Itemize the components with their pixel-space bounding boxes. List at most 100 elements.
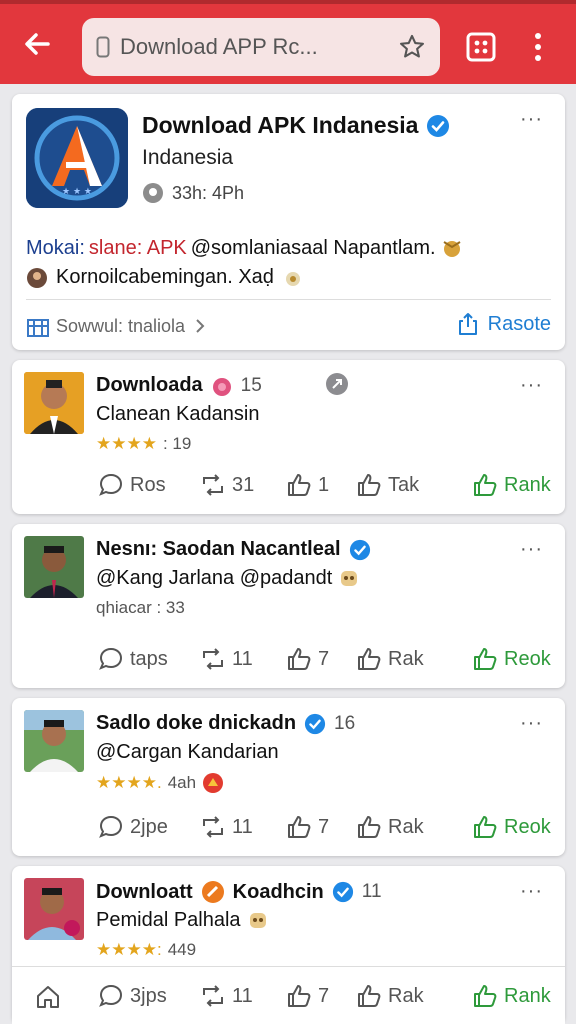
like-count: 7 xyxy=(318,647,330,670)
home-icon[interactable] xyxy=(34,983,62,1011)
tak-button[interactable]: Rak xyxy=(356,814,424,840)
pin-badge-icon[interactable] xyxy=(325,372,349,396)
repost-count: 11 xyxy=(232,647,253,670)
building-icon xyxy=(27,319,49,337)
tak-label: Rak xyxy=(388,984,424,1007)
thumbs-up-icon xyxy=(288,474,311,496)
repost-button[interactable]: 11 xyxy=(200,646,253,672)
author-name: Downloada xyxy=(96,374,203,396)
thumbs-up-green-icon xyxy=(474,816,497,838)
like-button[interactable]: 7 xyxy=(286,814,329,840)
app-logo-icon: ★ ★ ★ xyxy=(26,108,128,208)
app-card: ★ ★ ★ Download APK Indanesia Indanesia 3… xyxy=(12,94,565,350)
rank-button[interactable]: Rank xyxy=(472,472,551,498)
avatar[interactable] xyxy=(24,878,84,940)
badge-emoji-icon xyxy=(203,773,224,793)
post-actions: Ros 31 1 Tak Rank xyxy=(12,472,565,500)
rating-count: : 19 xyxy=(162,434,192,453)
url-text: Download APP Rc... xyxy=(120,34,318,59)
app-title[interactable]: Download APK Indanesia xyxy=(142,112,450,139)
share-icon xyxy=(458,313,477,335)
tak-button[interactable]: Rak xyxy=(356,983,424,1009)
like-button[interactable]: 1 xyxy=(286,472,329,498)
rank-label: Reok xyxy=(504,647,551,670)
more-options-button[interactable]: ··· xyxy=(520,108,543,131)
avatar[interactable] xyxy=(24,372,84,434)
comment-button[interactable]: 2jpe xyxy=(98,814,168,840)
app-subtitle: Indanesia xyxy=(142,146,234,169)
like-button[interactable]: 7 xyxy=(286,983,329,1009)
repost-count: 11 xyxy=(232,984,253,1007)
thumbs-up-green-icon xyxy=(474,474,497,496)
like-button[interactable]: 7 xyxy=(286,646,329,672)
thumbs-up-icon xyxy=(358,474,381,496)
back-arrow-icon[interactable] xyxy=(18,24,58,64)
like-count: 1 xyxy=(318,473,330,496)
comment-button[interactable]: Ros xyxy=(98,472,166,498)
thumbs-up-green-icon xyxy=(474,985,497,1007)
thumbs-up-icon xyxy=(288,816,311,838)
rank-label: Rank xyxy=(504,984,551,1007)
share-link[interactable]: Sowwul: tnaliola xyxy=(26,314,209,338)
post-author[interactable]: Nesnı: Saodan Nacantleal xyxy=(96,538,371,561)
desc-label: Mokai: xyxy=(26,236,85,259)
emoji-icon xyxy=(443,241,461,257)
comment-button[interactable]: 3jps xyxy=(98,983,167,1009)
more-options-button[interactable]: ··· xyxy=(520,374,543,397)
browser-toolbar: Download APP Rc... xyxy=(0,0,576,84)
page-icon xyxy=(96,36,110,58)
tabs-icon[interactable] xyxy=(466,32,496,62)
desc2-text: Kornoilcabemingan. Xaḍ xyxy=(56,266,274,288)
more-options-button[interactable]: ··· xyxy=(520,880,543,903)
rank-button[interactable]: Reok xyxy=(472,646,551,672)
app-description-line2: Kornoilcabemingan. Xaḍ xyxy=(26,266,304,289)
rating-count: 449 xyxy=(167,940,197,959)
avatar[interactable] xyxy=(24,710,84,772)
thumbs-up-icon xyxy=(358,985,381,1007)
rasote-button[interactable]: Rasote xyxy=(456,312,551,336)
more-vert-icon[interactable] xyxy=(526,30,550,64)
verified-badge-icon xyxy=(304,713,326,734)
repost-icon xyxy=(203,816,223,838)
more-options-button[interactable]: ··· xyxy=(520,538,543,561)
author-count: 15 xyxy=(240,374,262,396)
post-author[interactable]: Downloatt Koadhcin 11 xyxy=(96,880,382,904)
comment-count: 2jpe xyxy=(130,815,168,838)
repost-count: 31 xyxy=(232,473,255,496)
verified-badge-icon xyxy=(332,881,353,903)
avatar[interactable] xyxy=(24,536,84,598)
repost-icon xyxy=(203,985,223,1007)
comment-icon xyxy=(99,984,123,1007)
svg-text:★ ★ ★: ★ ★ ★ xyxy=(62,187,92,197)
repost-count: 11 xyxy=(232,815,253,838)
post-author[interactable]: Downloada 15 xyxy=(96,374,262,397)
person-photo xyxy=(24,536,84,598)
thumbs-up-icon xyxy=(358,648,381,670)
rank-button[interactable]: Rank xyxy=(472,983,551,1009)
repost-button[interactable]: 11 xyxy=(200,983,253,1009)
post-author[interactable]: Sadlo doke dnickadn 16 xyxy=(96,712,355,735)
skull-emoji-icon xyxy=(249,912,266,928)
tak-button[interactable]: Tak xyxy=(356,472,419,498)
rank-button[interactable]: Reok xyxy=(472,814,551,840)
person-photo xyxy=(24,878,84,940)
more-options-button[interactable]: ··· xyxy=(520,712,543,735)
repost-button[interactable]: 11 xyxy=(200,814,253,840)
app-logo[interactable]: ★ ★ ★ xyxy=(26,108,128,208)
url-bar[interactable]: Download APP Rc... xyxy=(82,18,440,76)
post-text: Clanean Kadansin xyxy=(96,403,260,425)
desc-text: @somlaniasaal Napantlam. xyxy=(190,236,436,259)
post-text-content: @Kang Jarlana @padandt xyxy=(96,567,333,589)
rating-stars: ★★★★ xyxy=(96,434,157,453)
post-rating: ★★★★: 449 xyxy=(96,940,196,960)
tak-button[interactable]: Rak xyxy=(356,646,424,672)
thumbs-up-icon xyxy=(288,648,311,670)
rating-stars: ★★★★. xyxy=(96,773,162,792)
app-meta-text: 33h: 4Ph xyxy=(172,182,245,203)
star-bookmark-icon[interactable] xyxy=(398,33,426,61)
comment-button[interactable]: taps xyxy=(98,646,168,672)
repost-button[interactable]: 31 xyxy=(200,472,254,498)
post-text: @Kang Jarlana @padandt xyxy=(96,567,360,590)
rasote-label: Rasote xyxy=(487,312,551,335)
user-avatar-small-icon xyxy=(27,267,47,288)
